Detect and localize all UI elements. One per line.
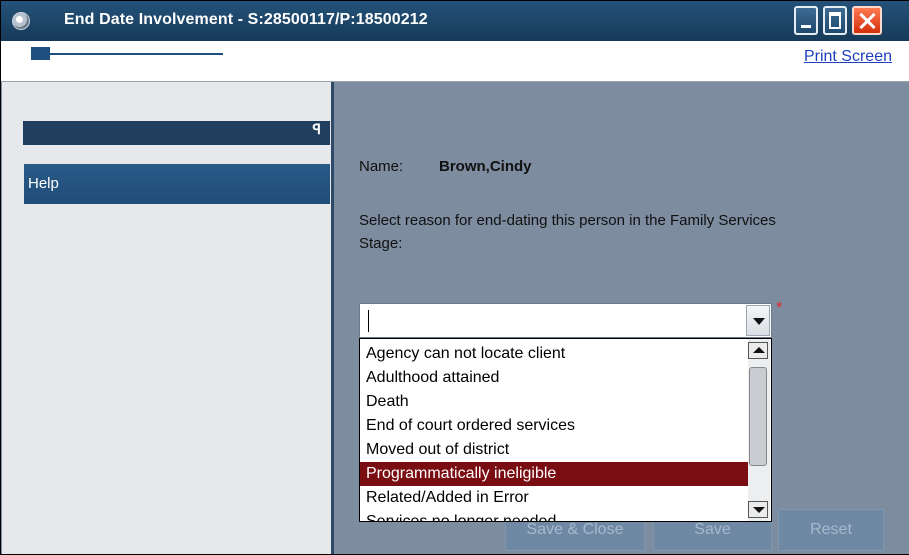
maximize-button[interactable]: [823, 6, 847, 35]
end-date-prompt: Select reason for end-dating this person…: [359, 212, 776, 252]
sidebar-item-label: Help: [28, 175, 59, 192]
list-item[interactable]: End of court ordered services: [360, 414, 750, 438]
scroll-up-button[interactable]: [748, 342, 768, 359]
minimize-button[interactable]: [794, 6, 818, 35]
reason-combobox[interactable]: [359, 303, 772, 338]
list-item[interactable]: Related/Added in Error: [360, 486, 750, 510]
dropdown-arrow-button[interactable]: [746, 305, 770, 336]
pin-icon[interactable]: ꟼ: [313, 121, 321, 138]
zoom-slider-thumb[interactable]: [31, 47, 50, 60]
title-bar[interactable]: End Date Involvement - S:28500117/P:1850…: [1, 1, 909, 41]
end-date-involvement-window: End Date Involvement - S:28500117/P:1850…: [0, 0, 909, 555]
name-value: Brown,Cindy: [439, 158, 532, 175]
list-item-selected[interactable]: Programmatically ineligible: [360, 462, 750, 486]
sidebar-item-help[interactable]: Help: [24, 164, 330, 204]
list-item[interactable]: Death: [360, 390, 750, 414]
scroll-down-button[interactable]: [748, 501, 768, 518]
list-item[interactable]: Moved out of district: [360, 438, 750, 462]
reset-button[interactable]: Reset: [778, 509, 884, 551]
toolbar: [1, 41, 909, 82]
sidebar: ꟼ Help: [2, 82, 334, 554]
print-screen-link[interactable]: Print Screen: [804, 48, 892, 66]
close-button[interactable]: [852, 6, 882, 35]
app-icon[interactable]: [12, 12, 30, 30]
name-label: Name:: [359, 158, 404, 175]
list-item[interactable]: Adulthood attained: [360, 366, 750, 390]
reason-dropdown-list[interactable]: Agency can not locate client Adulthood a…: [359, 338, 772, 522]
scroll-thumb[interactable]: [749, 367, 767, 466]
text-caret: [368, 310, 369, 332]
window-title: End Date Involvement - S:28500117/P:1850…: [64, 11, 428, 28]
list-item[interactable]: Agency can not locate client: [360, 342, 750, 366]
dropdown-scrollbar[interactable]: [748, 339, 770, 521]
sidebar-header: ꟼ: [23, 121, 330, 145]
list-item[interactable]: Services no longer needed: [360, 510, 750, 521]
required-marker: *: [776, 298, 783, 317]
zoom-slider-track[interactable]: [45, 53, 223, 55]
